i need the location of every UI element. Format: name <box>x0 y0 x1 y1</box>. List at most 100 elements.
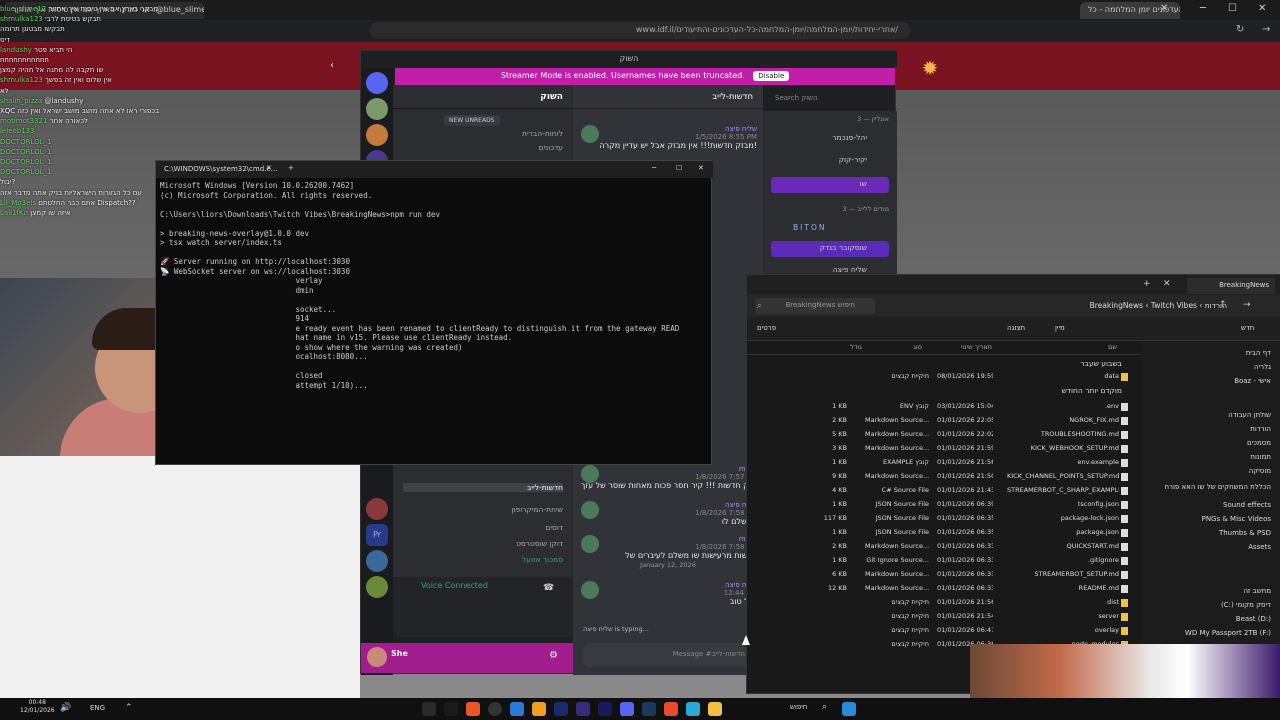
voice-user[interactable]: דוקן שוסטרסט <box>403 539 563 548</box>
taskbar-search[interactable]: חיפוש <box>790 703 807 711</box>
explorer-tab[interactable]: BreakingNews <box>1187 278 1275 294</box>
file-row[interactable]: QUICKSTART.md 01/01/2026 06:33 Markdown So… <box>747 541 1141 554</box>
avatar[interactable] <box>581 501 599 519</box>
file-row[interactable]: server 01/01/2026 21:54 תיקיית קבצים <box>747 611 1141 624</box>
address-bar[interactable]: www.idf.il/אתרי-יחידות/יומן-המלחמה/יומן-… <box>370 22 910 39</box>
server-icon[interactable] <box>366 98 388 120</box>
steam-icon[interactable] <box>642 702 656 716</box>
sidebar-item[interactable]: הכללת המשחקים של שו האא פורח <box>1141 483 1271 491</box>
file-row[interactable]: .gitignore 01/01/2026 06:33 Git Ignore Sou… <box>747 555 1141 568</box>
file-explorer-icon[interactable] <box>708 702 722 716</box>
close-window-icon[interactable]: ✕ <box>1258 3 1266 14</box>
close-tab-icon[interactable]: ✕ <box>266 164 272 172</box>
chevron-left-icon[interactable]: ‹ <box>330 60 334 71</box>
channel-item[interactable]: שיחת-המיקרופון <box>403 505 563 514</box>
chat-username[interactable]: DOCTORLOL_1 <box>0 148 51 156</box>
sidebar-item[interactable]: Beast (D:) <box>1141 615 1271 623</box>
file-row[interactable]: NGROK_FIX.md 01/01/2026 22:05 Markdown Sou… <box>747 415 1141 428</box>
obs-icon[interactable] <box>488 702 502 716</box>
file-row[interactable]: package.json 01/01/2026 06:35 JSON Source … <box>747 527 1141 540</box>
premiere-server-icon[interactable]: Pr <box>366 524 388 546</box>
avatar[interactable] <box>581 125 599 143</box>
file-row[interactable]: tsconfig.json 01/01/2026 06:39 JSON Source… <box>747 499 1141 512</box>
close-window-icon[interactable]: ✕ <box>698 164 704 172</box>
new-tab-icon[interactable]: + <box>1143 279 1151 289</box>
maximize-icon[interactable]: ☐ <box>1228 3 1237 14</box>
terminal-icon[interactable] <box>422 702 436 716</box>
minimize-icon[interactable]: ─ <box>652 164 656 172</box>
new-unreads-badge[interactable]: NEW UNREADS <box>443 115 501 126</box>
disable-streamer-button[interactable]: Disable <box>753 71 790 81</box>
chat-username[interactable]: shmulka123 <box>0 15 43 23</box>
premiere-icon[interactable] <box>554 702 568 716</box>
member-item[interactable]: BITON <box>771 221 889 237</box>
sidebar-item[interactable]: מוסיקה <box>1141 467 1271 475</box>
sidebar-item[interactable]: הורדות <box>1141 425 1271 433</box>
chat-username[interactable]: Lali1fKn <box>0 209 28 217</box>
discord-home-icon[interactable] <box>366 72 388 94</box>
search-icon[interactable]: ⌕ <box>822 702 827 712</box>
file-row[interactable]: README.md 01/01/2026 06:33 Markdown Source… <box>747 583 1141 596</box>
voice-user[interactable]: סמכוך אזועל <box>403 555 563 564</box>
new-button[interactable]: חדש <box>1241 324 1254 332</box>
premiere-icon[interactable] <box>598 702 612 716</box>
file-row[interactable]: TROUBLESHOOTING.md 01/01/2026 22:02 Markdo… <box>747 429 1141 442</box>
message-author[interactable]: שליח פיצה <box>581 501 757 509</box>
brave-icon[interactable] <box>664 702 678 716</box>
channel-item[interactable]: דוסים <box>403 523 563 532</box>
chat-username[interactable]: leleob133 <box>0 127 35 135</box>
capcut-icon[interactable] <box>444 702 458 716</box>
server-name[interactable]: השוק <box>393 85 573 109</box>
sidebar-item[interactable]: תמונות <box>1141 453 1271 461</box>
sidebar-item[interactable]: (C:) דיסק מקומי <box>1141 601 1271 609</box>
header-size[interactable]: גודל <box>817 343 862 351</box>
chat-username[interactable]: motimot3321 <box>0 117 47 125</box>
file-row[interactable]: dist 01/01/2026 21:56 תיקיית קבצים <box>747 597 1141 610</box>
close-tab-icon[interactable]: ✕ <box>1160 3 1168 14</box>
message-author[interactable]: mpro <box>581 465 757 473</box>
close-tab-icon[interactable]: ✕ <box>1163 279 1171 289</box>
file-row[interactable]: overlay 01/01/2026 06:41 תיקיית קבצים <box>747 625 1141 638</box>
server-icon[interactable] <box>366 124 388 146</box>
back-icon[interactable]: → <box>1262 24 1270 35</box>
message-author[interactable]: שליח פיצה <box>581 581 757 589</box>
chat-username[interactable]: shmulka123 <box>0 76 43 84</box>
windows-start-icon[interactable] <box>842 702 856 716</box>
discord-icon[interactable] <box>620 702 634 716</box>
channel-item[interactable]: עדכונים <box>403 143 563 152</box>
channel-item[interactable]: לוחות-הברית <box>403 129 563 138</box>
explorer-search-input[interactable]: BreakingNews חיפוש <box>755 298 875 314</box>
discord-search-input[interactable]: Search השוק <box>769 91 893 107</box>
sidebar-item[interactable]: שולחן העבודה <box>1141 411 1271 419</box>
chat-username[interactable]: DOCTORLOL_1 <box>0 168 51 176</box>
minimize-icon[interactable]: ─ <box>1200 3 1206 14</box>
chat-username[interactable]: shalih_pizza <box>0 97 42 105</box>
chat-username[interactable]: Lil_Mo3els <box>0 199 36 207</box>
avatar[interactable] <box>367 647 387 667</box>
member-item[interactable]: שו <box>771 177 889 193</box>
sidebar-item[interactable]: Boaz - אישי <box>1141 377 1271 385</box>
message-author[interactable]: שליח פיצה <box>581 125 757 133</box>
member-item[interactable]: יקיר-קוק <box>771 153 889 169</box>
language-indicator[interactable]: ENG <box>90 704 105 712</box>
breadcrumb-item[interactable]: Twitch Vibes <box>1151 301 1197 310</box>
avatar[interactable] <box>581 535 599 553</box>
server-icon[interactable] <box>366 550 388 572</box>
chat-username[interactable]: landushy <box>0 46 32 54</box>
sort-button[interactable]: מיין <box>1055 324 1065 332</box>
disconnect-icon[interactable]: ☎ <box>543 583 554 593</box>
cmd-output[interactable]: Microsoft Windows [Version 10.0.26200.74… <box>160 181 710 461</box>
header-type[interactable]: סוג <box>877 343 922 351</box>
maximize-icon[interactable]: ☐ <box>676 164 682 172</box>
channel-item-active[interactable]: חדשות-לייב <box>403 483 563 492</box>
message-author[interactable]: mpro <box>581 535 757 543</box>
settings-gear-icon[interactable]: ⚙ <box>549 650 558 661</box>
file-row[interactable]: KICK_WEBHOOK_SETUP.md 01/01/2026 21:59 Mar… <box>747 443 1141 456</box>
view-button[interactable]: תצוגה <box>1007 324 1025 332</box>
file-row[interactable]: data 08/01/2026 19:59 תיקיית קבצים <box>747 371 1141 384</box>
forward-icon[interactable]: → <box>1243 300 1251 310</box>
up-icon[interactable]: ↑ <box>1219 300 1227 310</box>
sidebar-item[interactable]: WD My Passport 2TB (F:) <box>1141 629 1271 637</box>
sidebar-item[interactable]: מסמכים <box>1141 439 1271 447</box>
after-effects-icon[interactable] <box>576 702 590 716</box>
